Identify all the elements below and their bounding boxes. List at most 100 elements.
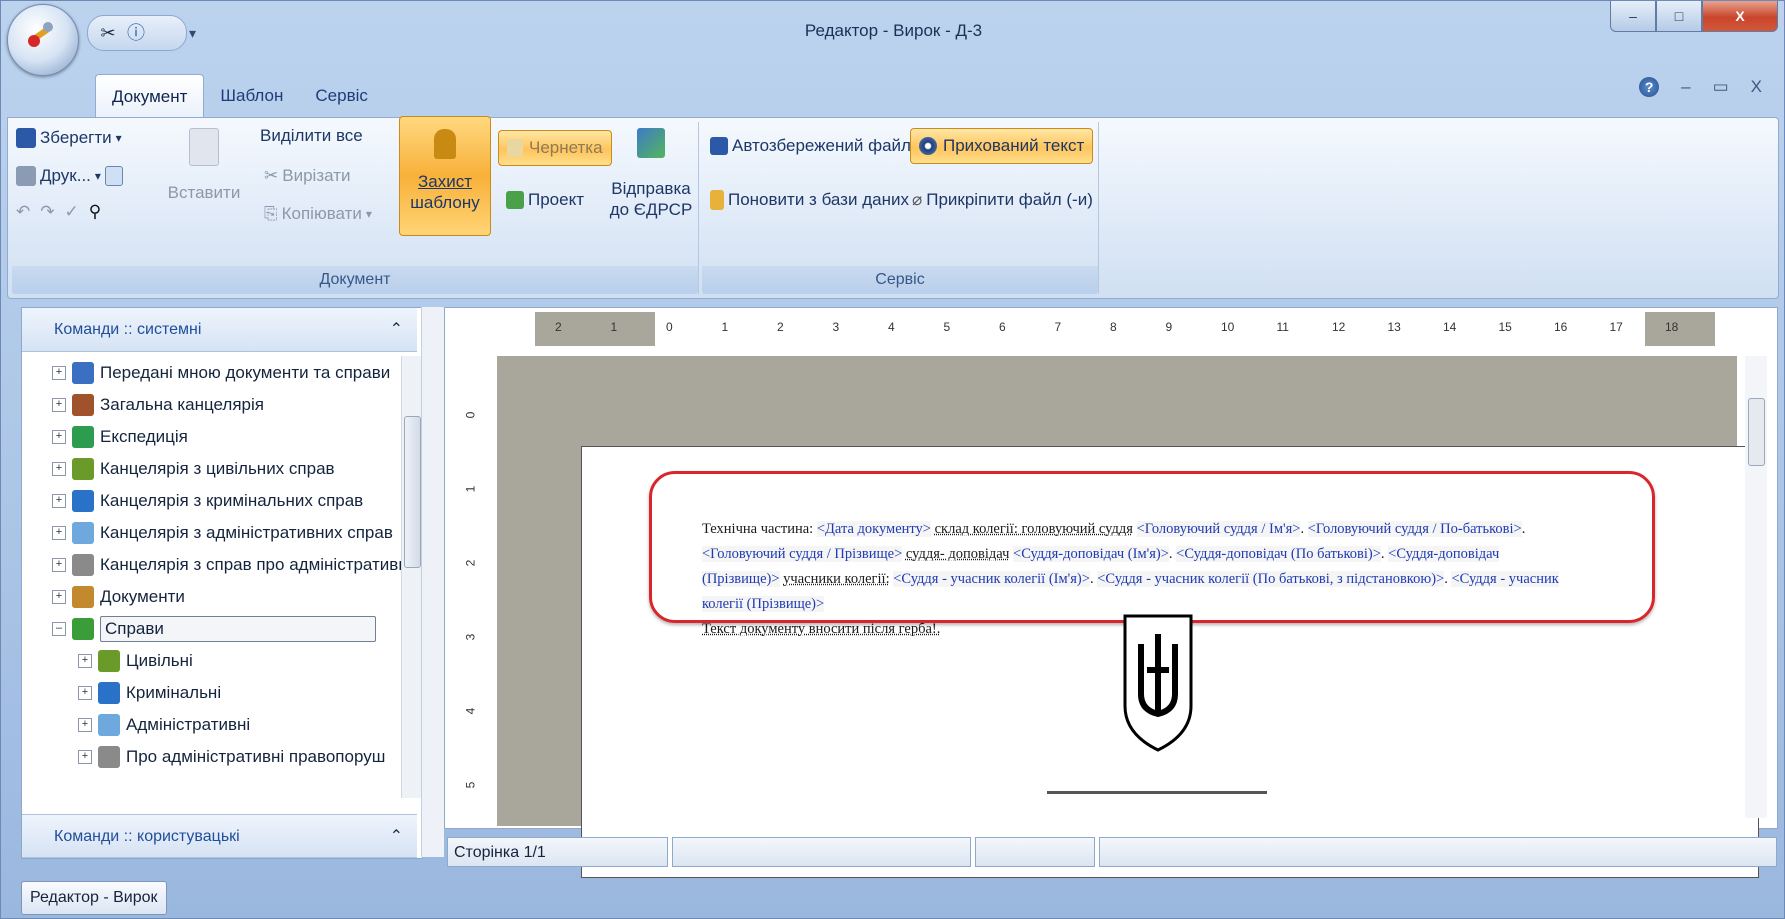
tree-item[interactable]: + Канцелярія з справ про адміністративні xyxy=(52,548,402,582)
collapse-chevron-icon[interactable]: ⌃ xyxy=(390,308,403,352)
send-to-registry-button[interactable]: Відправка до ЄДРСР xyxy=(608,128,694,220)
ruler-tick-label: 2 xyxy=(777,320,784,334)
update-from-db-button[interactable]: Поновити з бази даних xyxy=(710,190,909,210)
attach-label: Прикріпити файл (-и) xyxy=(926,190,1093,209)
tree-expander-icon[interactable]: + xyxy=(52,462,66,476)
draft-button[interactable]: Чернетка xyxy=(498,130,612,166)
tree-item[interactable]: + Про адміністративні правопоруш xyxy=(78,740,385,774)
print-preview-icon[interactable] xyxy=(104,166,123,186)
tree-item[interactable]: + Канцелярія з кримінальних справ xyxy=(52,484,363,518)
ruler-tick-label: 4 xyxy=(463,707,478,715)
system-commands-header[interactable]: Команди :: системні ⌃ xyxy=(22,308,417,352)
ruler-tick-label: 12 xyxy=(1332,320,1346,334)
maximize-button[interactable]: □ xyxy=(1656,1,1702,32)
print-button[interactable]: Друк... ▾ xyxy=(16,166,123,186)
ribbon-group-service: Автозбережений файл Прихований текст Пон… xyxy=(702,122,1099,294)
ribbon-restore-button[interactable]: ▭ xyxy=(1713,77,1729,97)
tree-item[interactable]: + Документи xyxy=(52,580,185,614)
autosave-file-button[interactable]: Автозбережений файл xyxy=(710,136,911,156)
tree-expander-icon[interactable]: + xyxy=(52,590,66,604)
ruler-tick-label: 2 xyxy=(555,320,562,334)
select-all-button[interactable]: Виділити все xyxy=(260,126,363,146)
cut-button[interactable]: ✂ Вирізати xyxy=(264,166,350,186)
status-bar: Сторінка 1/1 xyxy=(447,837,1778,871)
tree-scrollbar[interactable] xyxy=(401,356,422,798)
undo-icon[interactable]: ↶ xyxy=(16,202,30,222)
title-bar: ✂ ⓘ ▾ Редактор - Вирок - Д-3 – □ X xyxy=(1,1,1785,76)
tree-expander-icon[interactable]: + xyxy=(78,654,92,668)
help-icon[interactable]: ? xyxy=(1639,77,1660,97)
attach-file-button[interactable]: ⌀ Прикріпити файл (-и) xyxy=(912,190,1093,210)
redo-icon[interactable]: ↷ xyxy=(40,202,54,222)
window-title: Редактор - Вирок - Д-3 xyxy=(804,21,983,40)
autosave-icon xyxy=(710,137,728,155)
horizontal-ruler[interactable]: 2 1 0 1 2 3 4 5 6 7 8 9 10 11 12 13 14 15 16 17 18 xyxy=(535,312,1715,346)
ruler-tick-label: 9 xyxy=(1165,320,1173,334)
tab-service[interactable]: Сервіс xyxy=(299,74,384,118)
status-cell-3 xyxy=(975,837,1096,867)
user-commands-header[interactable]: Команди :: користувацькі ⌃ xyxy=(22,814,417,858)
editor-window-tab[interactable]: Редактор - Вирок xyxy=(21,881,167,915)
window-tab-bar: Редактор - Вирок xyxy=(21,881,167,915)
coat-of-arms-emblem xyxy=(1123,614,1193,752)
tree-expander-icon[interactable]: + xyxy=(52,558,66,572)
user-commands-title: Команди :: користувацькі xyxy=(54,828,240,845)
panel-splitter-scrollbar[interactable] xyxy=(421,307,444,857)
close-button[interactable]: X xyxy=(1702,1,1778,32)
hidden-text-button[interactable]: Прихований текст xyxy=(910,128,1094,164)
tree-expander-icon[interactable]: + xyxy=(52,366,66,380)
tree-item[interactable]: + Адміністративні xyxy=(78,708,250,742)
highlight-annotation-oval xyxy=(649,471,1655,623)
tree-expander-icon[interactable]: + xyxy=(52,526,66,540)
tree-scrollbar-thumb[interactable] xyxy=(404,416,421,568)
insert-after-emblem-note: Текст документу вносити після герба!. xyxy=(702,621,941,637)
status-cell-4 xyxy=(1099,837,1778,867)
tree-expander-icon[interactable]: + xyxy=(52,398,66,412)
tree-expander-icon[interactable]: + xyxy=(52,494,66,508)
draft-label: Чернетка xyxy=(529,138,603,157)
app-window: ✂ ⓘ ▾ Редактор - Вирок - Д-3 – □ X Докум… xyxy=(0,0,1785,919)
save-button[interactable]: Зберегти ▾ xyxy=(16,128,122,148)
ruler-tick-label: 6 xyxy=(999,320,1006,334)
tab-document[interactable]: Документ xyxy=(95,74,205,119)
vertical-ruler[interactable]: 0 1 2 3 4 5 xyxy=(461,408,491,818)
folder-icon xyxy=(72,458,94,480)
copy-dropdown-icon: ▾ xyxy=(365,207,372,221)
spellcheck-icon[interactable]: ✓ xyxy=(65,202,79,222)
ruler-tick-label: 1 xyxy=(463,485,478,493)
tab-template[interactable]: Шаблон xyxy=(204,74,299,118)
tree-item[interactable]: + Передані мною документи та справи xyxy=(52,356,390,390)
folder-icon xyxy=(72,426,94,448)
tree-item-label: Цивільні xyxy=(126,651,193,670)
project-button[interactable]: Проект xyxy=(506,190,584,210)
tree-item[interactable]: + Цивільні xyxy=(78,644,193,678)
tree-item[interactable]: + Канцелярія з адміністративних справ xyxy=(52,516,393,550)
tree-expander-icon[interactable]: + xyxy=(78,686,92,700)
update-db-label: Поновити з бази даних xyxy=(728,190,909,209)
project-label: Проект xyxy=(528,190,584,209)
ruler-left-margin xyxy=(535,312,655,346)
tree-expander-icon[interactable]: – xyxy=(52,622,66,636)
find-binoculars-icon[interactable]: ⚲ xyxy=(89,202,101,222)
tree-expander-icon[interactable]: + xyxy=(78,718,92,732)
tree-item[interactable]: + Експедиція xyxy=(52,420,188,454)
tree-item[interactable]: + Загальна канцелярія xyxy=(52,388,264,422)
paste-button[interactable]: Вставити xyxy=(164,128,244,203)
tree-item[interactable]: – Справи xyxy=(52,612,376,646)
editor-scrollbar-thumb[interactable] xyxy=(1748,398,1765,466)
ruler-tick-label: 5 xyxy=(463,781,478,789)
tree-expander-icon[interactable]: + xyxy=(52,430,66,444)
paperclip-icon: ⌀ xyxy=(912,190,923,209)
cut-label: Вирізати xyxy=(282,166,351,185)
ribbon-close-button[interactable]: X xyxy=(1751,77,1762,97)
ruler-tick-label: 3 xyxy=(832,320,840,334)
expand-chevron-icon[interactable]: ⌃ xyxy=(390,815,403,859)
editor-vertical-scrollbar[interactable] xyxy=(1745,356,1767,818)
tree-expander-icon[interactable]: + xyxy=(78,750,92,764)
ribbon-minimize-button[interactable]: – xyxy=(1681,77,1690,97)
tree-item[interactable]: + Канцелярія з цивільних справ xyxy=(52,452,335,486)
tree-item[interactable]: + Кримінальні xyxy=(78,676,221,710)
minimize-button[interactable]: – xyxy=(1610,1,1656,32)
protect-template-button[interactable]: Захист шаблону xyxy=(399,116,491,236)
copy-button[interactable]: ⎘ Копіювати ▾ xyxy=(264,204,372,224)
